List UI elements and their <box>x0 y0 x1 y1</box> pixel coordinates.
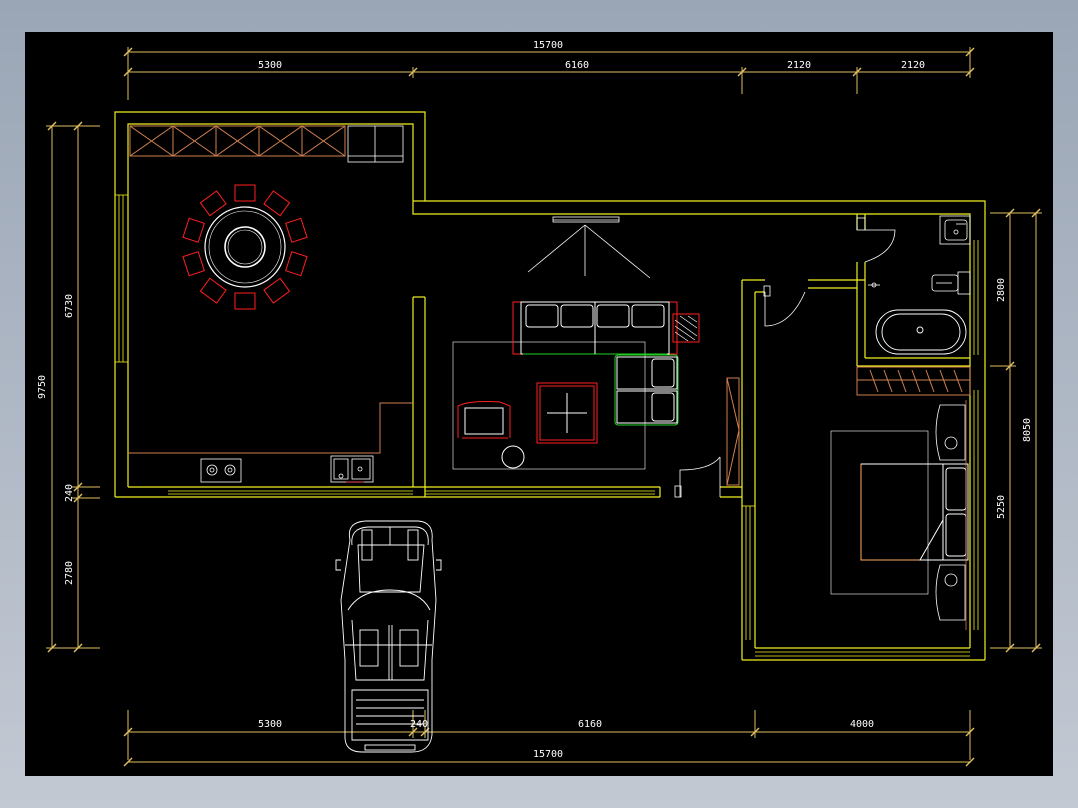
dim-left-seg-1: 6730 <box>64 294 75 318</box>
dining-table-icon <box>182 184 308 310</box>
floor-plan-drawing: 15700 5300 6160 2120 2120 5300 240 6160 … <box>37 40 1042 767</box>
bathtub-icon <box>875 309 967 355</box>
dim-top-seg-4: 2120 <box>901 60 925 71</box>
cad-drawing-viewport[interactable]: 15700 5300 6160 2120 2120 5300 240 6160 … <box>25 32 1053 776</box>
dim-right-seg-1: 2800 <box>996 278 1007 302</box>
dim-bottom-seg-1: 5300 <box>258 719 282 730</box>
fridge-cabinet <box>347 125 404 163</box>
dim-bottom-seg-4: 4000 <box>850 719 874 730</box>
wall-cabinets <box>129 125 346 157</box>
nightstand-icon <box>935 400 967 630</box>
dim-left-overall: 9750 <box>37 375 48 399</box>
dimension-lines <box>46 47 1042 763</box>
dim-left-seg-2: 240 <box>64 484 75 502</box>
dim-bottom-overall: 15700 <box>533 749 563 760</box>
dim-right-seg-2: 5250 <box>996 495 1007 519</box>
wardrobe <box>856 366 971 396</box>
dim-left-seg-3: 2780 <box>64 561 75 585</box>
bath-sink-icon <box>939 215 971 245</box>
sink-icon <box>330 455 374 483</box>
dim-bottom-seg-3: 6160 <box>578 719 602 730</box>
bedroom-rug <box>830 430 929 595</box>
coffee-table-icon <box>536 382 598 444</box>
dim-right-seg-3: 8050 <box>1022 418 1033 442</box>
bed-icon <box>860 463 969 561</box>
living-rug <box>452 341 646 470</box>
sofa-icon <box>512 301 678 355</box>
kitchen-counter <box>128 402 413 454</box>
round-stool-icon <box>501 445 525 469</box>
hall-cabinet <box>726 377 740 486</box>
dim-top-seg-3: 2120 <box>787 60 811 71</box>
door-swing-icon <box>674 217 896 498</box>
dim-top-seg-2: 6160 <box>565 60 589 71</box>
shower-fixture <box>868 282 880 288</box>
armchair-icon <box>457 401 511 439</box>
sofa-chaise-icon <box>614 354 679 426</box>
dim-bottom-seg-2: 240 <box>410 719 428 730</box>
stove-icon <box>200 458 242 483</box>
dim-top-seg-1: 5300 <box>258 60 282 71</box>
dim-top-overall: 15700 <box>533 40 563 51</box>
toilet-icon <box>931 271 971 295</box>
tv-projector-icon <box>527 216 651 279</box>
